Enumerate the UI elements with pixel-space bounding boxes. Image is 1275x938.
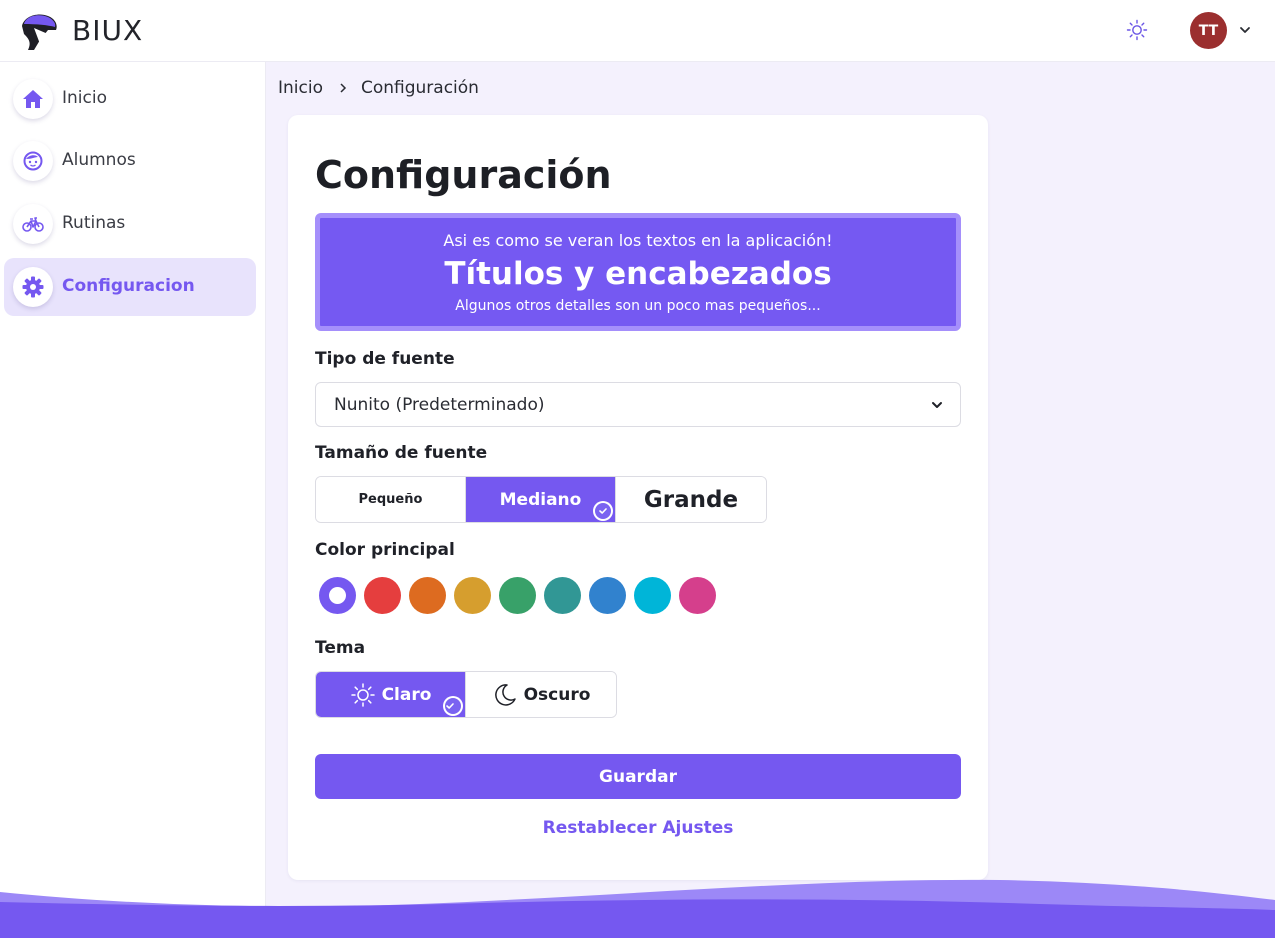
gear-icon [13,267,53,307]
theme-label: Tema [315,638,366,658]
color-swatch-blue[interactable] [589,577,626,614]
preview-body-text: Asi es como se veran los textos en la ap… [443,231,833,250]
sidebar-item-inicio[interactable]: Inicio [4,70,256,128]
color-swatch-red[interactable] [364,577,401,614]
chevron-down-icon [932,402,942,408]
theme-option-label: Claro [381,684,432,705]
color-swatch-pink[interactable] [679,577,716,614]
font-preview-box: Asi es como se veran los textos en la ap… [315,213,961,331]
chevron-down-icon[interactable] [1238,24,1252,36]
color-swatch-violet[interactable] [319,577,356,614]
reset-settings-link[interactable]: Restablecer Ajustes [315,818,961,838]
top-bar: BIUX TT [0,0,1275,62]
breadcrumb: Inicio Configuración [278,78,479,98]
sidebar-item-label: Alumnos [62,150,136,170]
brand-name: BIUX [72,14,144,47]
decorative-wave [0,879,1275,938]
font-size-label: Tamaño de fuente [315,443,488,463]
main-content: Inicio Configuración Configuración Asi e… [266,62,1275,938]
color-swatch-teal[interactable] [544,577,581,614]
breadcrumb-current: Configuración [360,78,479,98]
font-type-selected-value: Nunito (Predeterminado) [334,395,545,415]
font-type-select[interactable]: Nunito (Predeterminado) [315,382,961,427]
primary-color-label: Color principal [315,540,455,560]
color-swatch-cyan[interactable] [634,577,671,614]
check-circle-icon [443,696,463,716]
theme-option-light[interactable]: Claro [316,672,466,717]
sidebar-item-label: Rutinas [62,213,126,233]
moon-icon [494,683,516,706]
theme-option-dark[interactable]: Oscuro [466,672,616,717]
save-button[interactable]: Guardar [315,754,961,799]
color-swatch-orange[interactable] [409,577,446,614]
font-size-option-label: Mediano [499,489,582,510]
check-circle-icon [593,501,613,521]
sidebar-item-label: Configuracion [62,276,195,296]
font-size-option-large[interactable]: Grande [616,477,766,522]
theme-selector: Claro Oscuro [315,671,617,718]
font-size-option-small[interactable]: Pequeño [316,477,466,522]
preview-heading-text: Títulos y encabezados [444,256,832,292]
breadcrumb-home-link[interactable]: Inicio [278,78,323,98]
font-size-option-label: Pequeño [358,492,423,507]
sidebar-item-rutinas[interactable]: Rutinas [4,195,256,253]
settings-card: Configuración Asi es como se veran los t… [288,115,988,880]
sidebar-item-alumnos[interactable]: Alumnos [4,132,256,190]
sidebar-item-label: Inicio [62,88,107,108]
font-size-option-medium[interactable]: Mediano [466,477,616,522]
page-title: Configuración [315,153,612,197]
bicycle-icon [13,204,53,244]
sun-icon[interactable] [1126,19,1148,41]
font-size-option-label: Grande [643,486,739,513]
child-face-icon [13,141,53,181]
color-swatch-green[interactable] [499,577,536,614]
biux-logo-icon[interactable] [18,10,60,52]
sun-icon [350,682,375,707]
preview-small-text: Algunos otros detalles son un poco mas p… [455,298,821,314]
home-icon [13,79,53,119]
user-avatar[interactable]: TT [1190,12,1227,49]
font-type-label: Tipo de fuente [315,349,455,369]
sidebar-item-configuracion[interactable]: Configuracion [4,258,256,316]
theme-option-label: Oscuro [523,684,591,705]
chevron-right-icon [340,83,347,93]
sidebar: Inicio Alumnos Rutinas Configuracion [0,62,266,938]
font-size-selector: Pequeño Mediano Grande [315,476,767,523]
color-swatch-yellow[interactable] [454,577,491,614]
